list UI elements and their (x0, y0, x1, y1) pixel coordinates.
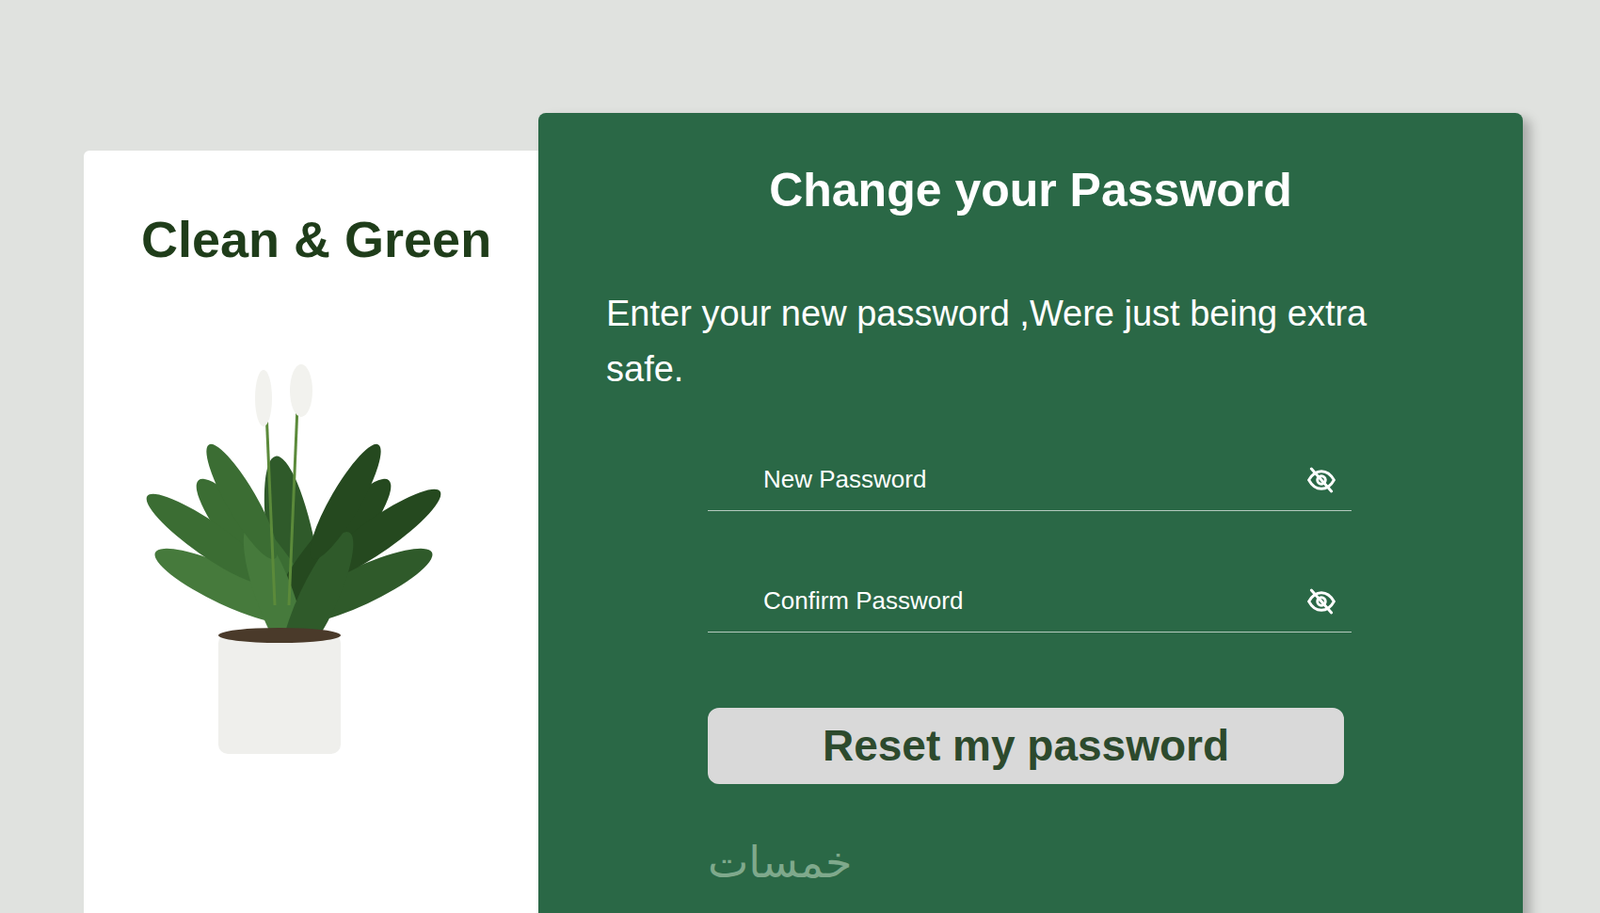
eye-slash-icon[interactable] (1306, 586, 1337, 617)
password-field (707, 569, 1352, 633)
panel-subtitle: Enter your new password ,Were just being… (606, 286, 1388, 398)
brand-title: Clean & Green (141, 208, 539, 271)
reset-button[interactable]: Reset my password (707, 707, 1344, 784)
watermark-logo: خمسات (704, 838, 856, 887)
password-input[interactable] (763, 586, 1296, 616)
password-field (707, 448, 1352, 512)
eye-slash-icon[interactable] (1306, 464, 1337, 496)
brand-card: Clean & Green (83, 150, 539, 913)
password-form: Reset my password (707, 448, 1352, 784)
password-input[interactable] (763, 464, 1296, 495)
plant-image (143, 360, 445, 775)
panel-title: Change your Password (538, 161, 1523, 219)
password-panel: Change your Password Enter your new passw… (538, 112, 1523, 913)
